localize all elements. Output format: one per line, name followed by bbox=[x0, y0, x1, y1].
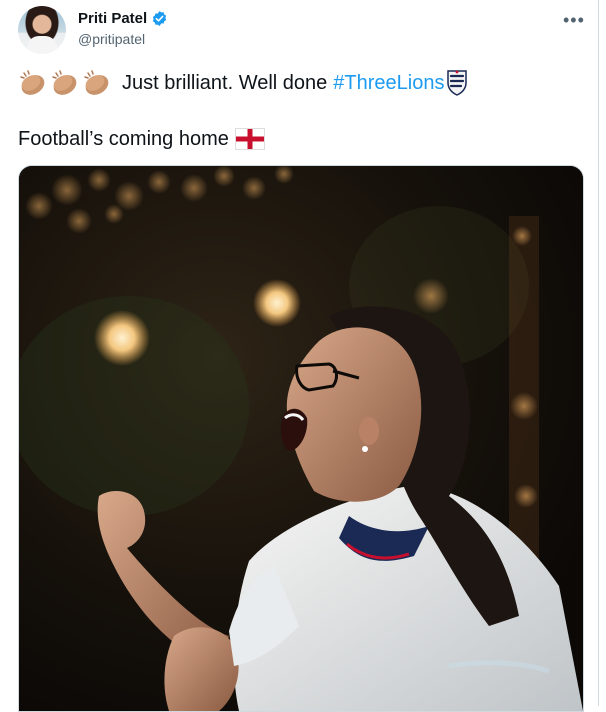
verified-badge-icon bbox=[153, 11, 167, 26]
tweet-text: Just brilliant. Well done bbox=[122, 71, 328, 94]
clapping-hands-icon bbox=[20, 70, 45, 95]
author-name-row[interactable]: Priti Patel bbox=[78, 10, 168, 27]
tweet-text-line-2: Football’s coming home bbox=[18, 125, 265, 153]
panel-border bbox=[598, 0, 599, 706]
tweet-text-line-1: Just brilliant. Well done #ThreeLions bbox=[18, 66, 468, 100]
clapping-hands-icon bbox=[84, 70, 109, 95]
tweet-text: Football’s coming home bbox=[18, 127, 229, 150]
england-flag-icon bbox=[234, 128, 265, 150]
author-handle[interactable]: @pritipatel bbox=[78, 31, 145, 47]
more-horizontal-icon[interactable]: ••• bbox=[563, 10, 585, 31]
three-lions-crest-icon bbox=[447, 70, 468, 96]
avatar[interactable] bbox=[18, 6, 66, 54]
clapping-hands-icon bbox=[52, 70, 77, 95]
tweet-photo[interactable] bbox=[18, 165, 584, 712]
photo-fan-celebrating bbox=[19, 166, 583, 711]
author-display-name[interactable]: Priti Patel bbox=[78, 10, 147, 27]
hashtag-link[interactable]: #ThreeLions bbox=[333, 72, 444, 95]
avatar-shirt bbox=[27, 36, 57, 54]
